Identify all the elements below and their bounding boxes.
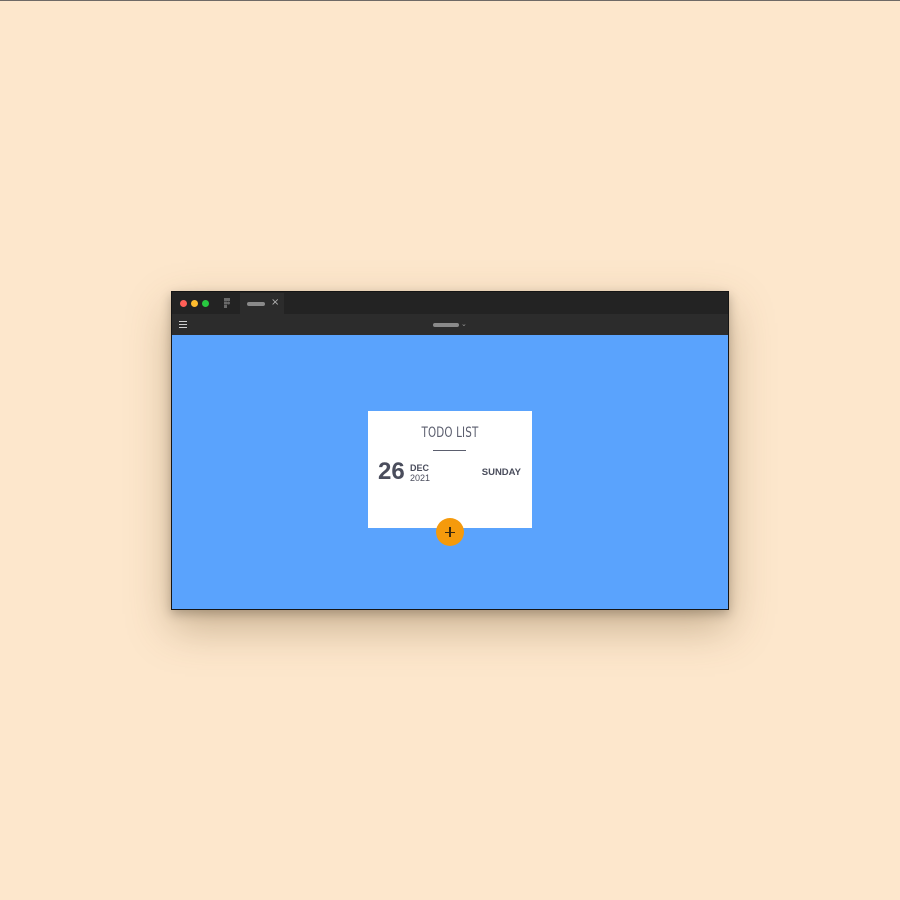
close-window-button[interactable]	[180, 300, 187, 307]
menu-icon-line	[179, 321, 187, 322]
maximize-window-button[interactable]	[202, 300, 209, 307]
title-divider	[433, 450, 466, 451]
app-window: × ⌄ TODO LIST 26 DEC 2021 SUNDAY	[171, 291, 729, 610]
menu-icon-line	[179, 324, 187, 325]
chevron-down-icon[interactable]: ⌄	[461, 319, 467, 329]
date-weekday: SUNDAY	[481, 467, 521, 478]
page-top-rule	[0, 0, 900, 1]
date-year: 2021	[410, 473, 431, 483]
date-day: 26	[378, 458, 405, 485]
figma-icon[interactable]	[224, 298, 230, 308]
menu-icon-line	[179, 327, 187, 328]
close-icon[interactable]: ×	[271, 297, 279, 309]
plus-icon-stem	[449, 527, 451, 537]
design-canvas[interactable]: TODO LIST 26 DEC 2021 SUNDAY	[172, 335, 728, 609]
todo-card: TODO LIST 26 DEC 2021 SUNDAY	[368, 411, 532, 528]
title-bar: ×	[172, 292, 728, 314]
file-name-placeholder[interactable]	[433, 323, 459, 327]
tab-title-placeholder	[247, 302, 265, 306]
figma-icon-graphic	[224, 298, 230, 308]
add-todo-button[interactable]	[436, 518, 464, 546]
date-month: DEC	[410, 463, 430, 473]
menu-icon[interactable]	[179, 321, 187, 328]
file-tab[interactable]: ×	[240, 293, 284, 314]
minimize-window-button[interactable]	[191, 300, 198, 307]
card-title: TODO LIST	[421, 425, 479, 441]
toolbar: ⌄	[172, 314, 728, 335]
